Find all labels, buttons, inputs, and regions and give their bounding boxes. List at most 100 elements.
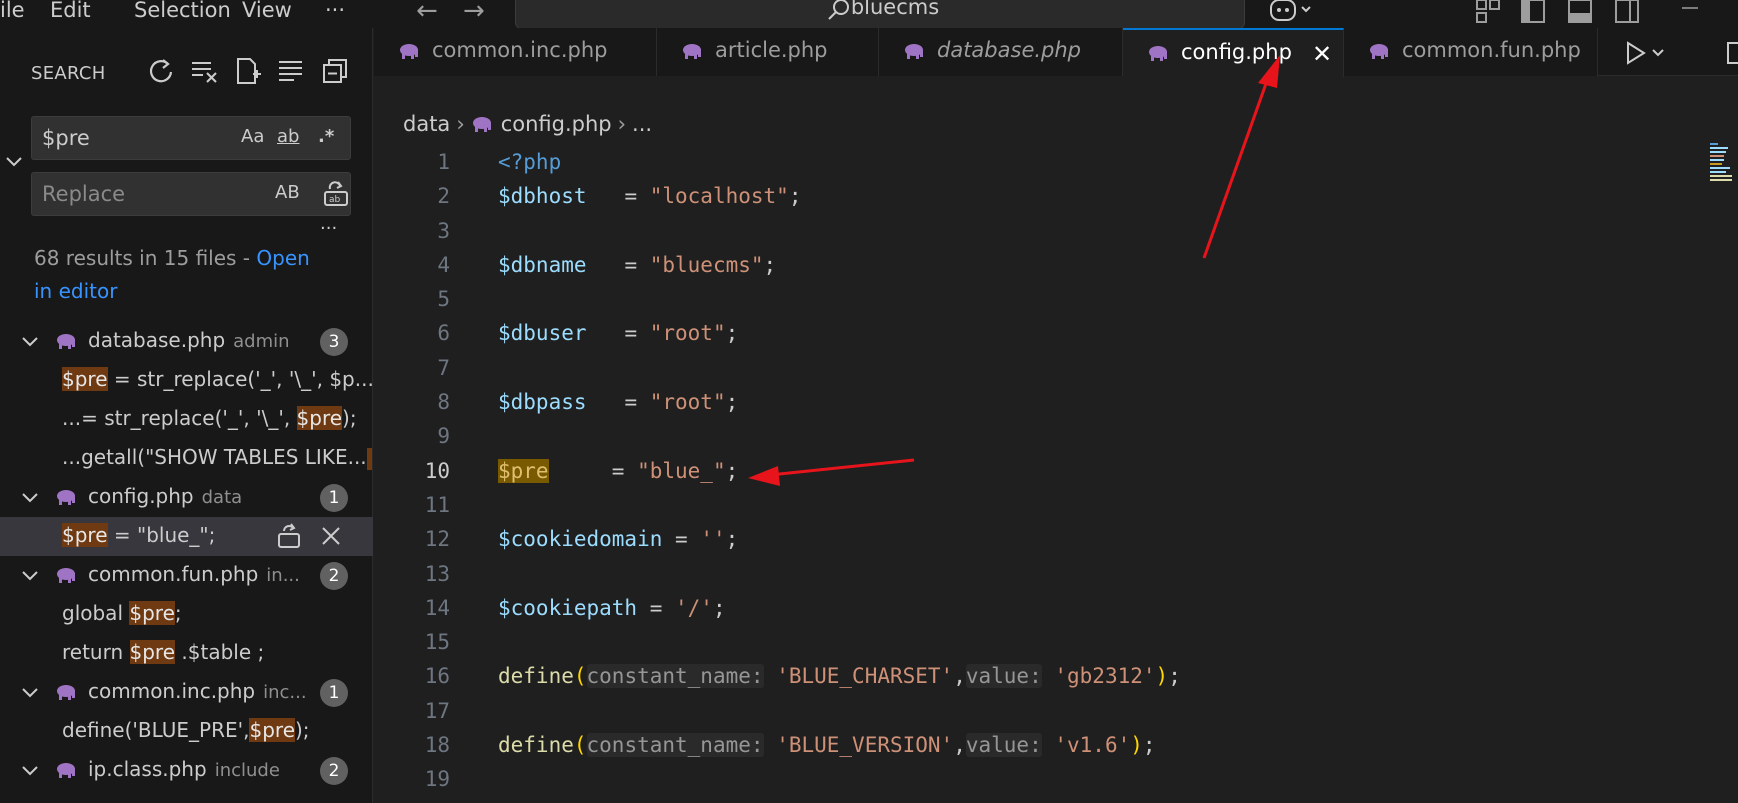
semicolon: ; — [725, 321, 739, 346]
result-match[interactable]: return $pre .$table ; — [0, 634, 373, 673]
sidebar-title: SEARCH — [31, 63, 106, 84]
replace-match-icon[interactable] — [276, 522, 302, 550]
menu-view[interactable]: View — [242, 0, 292, 22]
refresh-icon[interactable] — [146, 56, 176, 86]
replace-all-icon[interactable]: ab — [322, 180, 350, 208]
code-line[interactable]: 7 — [374, 351, 1714, 385]
result-match[interactable]: ...= str_replace('_', '\_', $pre); — [0, 400, 373, 439]
code-line[interactable]: 18 define(constant_name: 'BLUE_VERSION',v… — [374, 728, 1714, 762]
toggle-secondary-sidebar-icon[interactable] — [1614, 0, 1640, 24]
code-editor[interactable]: 1 <?php 2 $dbhost = "localhost"; 3 4 $dbname =… — [374, 145, 1714, 797]
php-elephant-icon — [400, 44, 418, 59]
use-regex-toggle[interactable]: .* — [318, 126, 334, 147]
chevron-down-icon[interactable] — [20, 566, 40, 586]
breadcrumb-file[interactable]: config.php — [501, 112, 612, 136]
tab-common-inc[interactable]: common.inc.php — [374, 28, 657, 76]
result-file-ip-class[interactable]: ip.class.php include 2 — [0, 751, 373, 790]
clear-results-icon[interactable] — [189, 56, 219, 86]
result-file-common-fun[interactable]: common.fun.php in... 2 — [0, 556, 373, 595]
open-in-editor-link[interactable]: Open — [256, 246, 309, 270]
code-line[interactable]: 15 — [374, 625, 1714, 659]
preserve-case-toggle[interactable]: AB — [275, 182, 300, 203]
code-line[interactable]: 8 $dbpass = "root"; — [374, 385, 1714, 419]
result-file-common-inc[interactable]: common.inc.php inc... 1 — [0, 673, 373, 712]
code-line[interactable]: 6 $dbuser = "root"; — [374, 316, 1714, 350]
split-editor-icon[interactable] — [1726, 40, 1738, 66]
result-match[interactable]: ...getall("SHOW TABLES LIKE... — [0, 439, 373, 478]
replace-input[interactable] — [42, 179, 232, 209]
result-match-selected[interactable]: $pre = "blue_"; — [0, 517, 373, 556]
code-line[interactable]: 13 — [374, 557, 1714, 591]
tab-article[interactable]: article.php — [657, 28, 879, 76]
chevron-down-icon[interactable] — [20, 761, 40, 781]
result-match[interactable]: global $pre; — [0, 595, 373, 634]
customize-layout-icon[interactable] — [1475, 0, 1501, 24]
code-line[interactable]: 2 $dbhost = "localhost"; — [374, 179, 1714, 213]
code-line[interactable]: 10 $pre = "blue_"; — [374, 454, 1714, 488]
match-case-toggle[interactable]: Aa — [241, 126, 264, 147]
code-line[interactable]: 5 — [374, 282, 1714, 316]
inlay-hint-value: value: — [965, 733, 1042, 758]
breadcrumb-more[interactable]: ... — [632, 112, 652, 136]
toggle-replace-chevron-icon[interactable] — [4, 152, 24, 172]
result-match[interactable]: $pre = str_replace('_', '\_', $p... — [0, 361, 373, 400]
code-line[interactable]: 14 $cookiepath = '/'; — [374, 591, 1714, 625]
code-line[interactable]: 9 — [374, 419, 1714, 453]
chevron-down-icon[interactable] — [20, 488, 40, 508]
tab-common-fun[interactable]: common.fun.php — [1344, 28, 1598, 76]
run-icon[interactable] — [1624, 40, 1668, 66]
toggle-panel-icon[interactable] — [1567, 0, 1593, 24]
close-tab-icon[interactable]: ✕ — [1312, 40, 1332, 68]
match-whole-word-toggle[interactable]: ab — [277, 126, 299, 147]
line-content: $pre = "blue_"; — [498, 454, 738, 488]
result-file-config[interactable]: config.php data 1 — [0, 478, 373, 517]
code-line[interactable]: 19 — [374, 762, 1714, 796]
result-match[interactable]: define('BLUE_PRE',$pre); — [0, 712, 373, 751]
menu-selection[interactable]: Selection — [134, 0, 231, 22]
result-file-database[interactable]: database.php admin 3 — [0, 322, 373, 361]
replace-field[interactable]: AB — [31, 172, 351, 216]
code-line[interactable]: 11 — [374, 488, 1714, 522]
string-literal: '' — [700, 527, 726, 552]
back-arrow-icon[interactable]: ← — [416, 0, 438, 26]
menu-file[interactable]: ile — [0, 0, 25, 22]
chevron-down-icon[interactable] — [20, 683, 40, 703]
code-line[interactable]: 4 $dbname = "bluecms"; — [374, 248, 1714, 282]
line-number: 3 — [437, 218, 450, 243]
chevron-down-icon[interactable] — [20, 332, 40, 352]
variable: $dbpass — [498, 390, 587, 415]
view-as-tree-icon[interactable] — [276, 56, 306, 86]
results-summary: 68 results in 15 files - Open in editor — [34, 242, 354, 308]
code-line[interactable]: 3 — [374, 214, 1714, 248]
tab-database[interactable]: database.php — [879, 28, 1123, 76]
line-number: 10 — [424, 458, 450, 483]
line-content: <?php — [498, 145, 561, 179]
code-line[interactable]: 17 — [374, 694, 1714, 728]
tab-config[interactable]: config.php ✕ — [1123, 28, 1344, 77]
code-line[interactable]: 1 <?php — [374, 145, 1714, 179]
dismiss-match-icon[interactable] — [320, 525, 342, 547]
code-line[interactable]: 16 define(constant_name: 'BLUE_CHARSET',v… — [374, 659, 1714, 693]
comma: , — [953, 733, 966, 758]
command-center[interactable]: bluecms — [515, 0, 1245, 30]
minimize-icon[interactable] — [1678, 0, 1702, 20]
code-line[interactable]: 12 $cookiedomain = ''; — [374, 522, 1714, 556]
line-content: define(constant_name: 'BLUE_VERSION',val… — [498, 728, 1156, 762]
forward-arrow-icon[interactable]: → — [463, 0, 485, 26]
copilot-icon[interactable] — [1268, 0, 1314, 24]
minimap[interactable] — [1710, 143, 1732, 183]
result-file-dir: data — [201, 487, 243, 508]
new-search-editor-icon[interactable] — [233, 56, 263, 86]
toggle-primary-sidebar-icon[interactable] — [1520, 0, 1546, 24]
results-count: 68 results in 15 files - — [34, 246, 257, 270]
search-field[interactable]: Aa ab .* — [31, 116, 351, 160]
collapse-all-icon[interactable] — [320, 56, 350, 86]
menu-more[interactable]: ··· — [325, 0, 345, 22]
search-input[interactable] — [42, 123, 232, 153]
svg-text:ab: ab — [329, 195, 341, 205]
semicolon: ; — [788, 184, 802, 209]
search-details-toggle[interactable]: ··· — [320, 218, 337, 239]
open-in-editor-link-continued[interactable]: in editor — [34, 279, 117, 303]
breadcrumb-folder[interactable]: data — [403, 112, 450, 136]
menu-edit[interactable]: Edit — [50, 0, 91, 22]
